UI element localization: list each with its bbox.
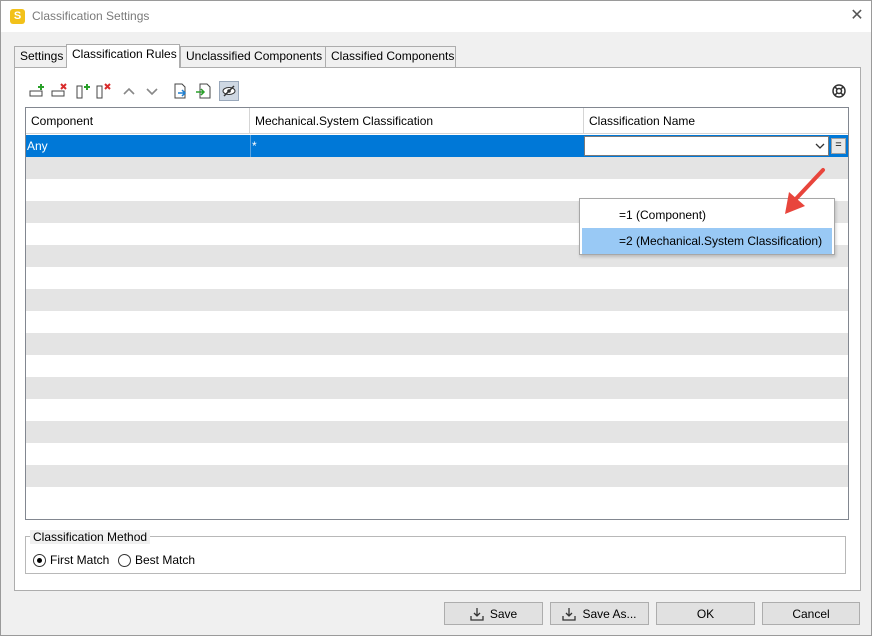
table-row[interactable]	[26, 399, 848, 421]
table-row[interactable]	[26, 377, 848, 399]
save-as-button-label: Save As...	[582, 606, 637, 621]
insert-reference-button[interactable]: =	[831, 138, 846, 154]
classification-settings-window: S Classification Settings ✕ Settings Cla…	[0, 0, 872, 636]
radio-first-match-label[interactable]: First Match	[50, 553, 109, 567]
table-row[interactable]	[26, 487, 848, 509]
download-icon	[562, 607, 577, 621]
table-row[interactable]	[26, 333, 848, 355]
cell-component[interactable]: Any	[26, 135, 248, 157]
import-icon[interactable]	[193, 81, 213, 101]
cancel-button[interactable]: Cancel	[762, 602, 860, 625]
table-row[interactable]	[26, 355, 848, 377]
add-column-icon[interactable]	[73, 81, 93, 101]
cancel-button-label: Cancel	[792, 606, 830, 621]
table-row[interactable]	[26, 157, 848, 179]
radio-first-match[interactable]: First Match	[33, 553, 109, 567]
help-lifebuoy-icon[interactable]	[829, 81, 849, 101]
move-down-icon[interactable]	[142, 81, 162, 101]
table-row-selected[interactable]: Any *	[26, 135, 848, 157]
rules-grid: Component Mechanical.System Classificati…	[25, 107, 849, 520]
grid-header: Component Mechanical.System Classificati…	[26, 108, 848, 134]
hide-toggle-icon[interactable]	[219, 81, 239, 101]
ok-button[interactable]: OK	[656, 602, 755, 625]
save-as-button[interactable]: Save As...	[550, 602, 649, 625]
column-header-component[interactable]: Component	[26, 108, 250, 134]
radio-circle-unchecked[interactable]	[118, 553, 131, 567]
table-row[interactable]	[26, 443, 848, 465]
table-row[interactable]	[26, 465, 848, 487]
classification-name-combobox[interactable]	[584, 136, 829, 156]
annotation-arrow-icon	[785, 168, 825, 214]
delete-column-icon[interactable]	[93, 81, 113, 101]
radio-best-match[interactable]: Best Match	[118, 553, 195, 567]
radio-circle-checked[interactable]	[33, 553, 46, 567]
table-row[interactable]	[26, 311, 848, 333]
table-row[interactable]	[26, 289, 848, 311]
classification-rules-panel: Component Mechanical.System Classificati…	[14, 67, 861, 591]
classification-method-legend: Classification Method	[30, 530, 151, 544]
tab-unclassified-components[interactable]: Unclassified Components	[180, 46, 326, 67]
window-title: Classification Settings	[32, 9, 150, 23]
column-header-classification-name[interactable]: Classification Name	[584, 108, 848, 134]
close-icon[interactable]: ✕	[847, 6, 867, 26]
cell-classification[interactable]: *	[250, 135, 582, 157]
column-header-classification[interactable]: Mechanical.System Classification	[250, 108, 584, 134]
table-row[interactable]	[26, 421, 848, 443]
save-button[interactable]: Save	[444, 602, 543, 625]
delete-row-icon[interactable]	[49, 81, 69, 101]
move-up-icon[interactable]	[119, 81, 139, 101]
download-icon	[470, 607, 484, 621]
dropdown-option-mechanical-system[interactable]: =2 (Mechanical.System Classification)	[582, 228, 832, 254]
add-row-icon[interactable]	[27, 81, 47, 101]
save-button-label: Save	[489, 606, 518, 621]
export-icon[interactable]	[170, 81, 190, 101]
tab-classification-rules[interactable]: Classification Rules	[66, 44, 180, 68]
tab-classified-components[interactable]: Classified Components	[325, 46, 456, 67]
app-logo-icon: S	[10, 9, 25, 24]
title-bar: S Classification Settings ✕	[1, 1, 871, 32]
table-row[interactable]	[26, 267, 848, 289]
radio-best-match-label[interactable]: Best Match	[135, 553, 195, 567]
ok-button-label: OK	[696, 606, 715, 621]
tab-settings[interactable]: Settings	[14, 46, 67, 67]
chevron-down-icon[interactable]	[814, 140, 826, 152]
